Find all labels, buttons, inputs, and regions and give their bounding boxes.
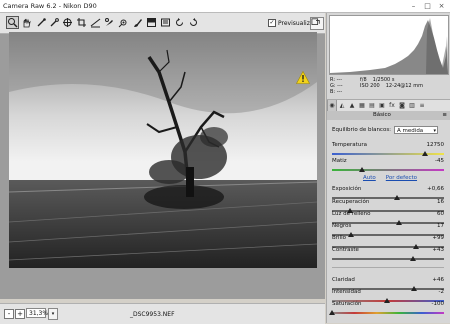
close-button[interactable]: × (435, 1, 448, 11)
panel-tab-icon[interactable]: ▣ (377, 100, 387, 111)
slider-value[interactable]: -100 (432, 301, 444, 307)
toolbar: ✓ Previsualizar (0, 13, 325, 34)
panel-tab-icon[interactable]: ▦ (357, 100, 367, 111)
straighten-icon[interactable] (89, 16, 102, 29)
slider-value[interactable]: +0,66 (427, 186, 444, 192)
red-eye-icon[interactable] (117, 16, 130, 29)
slider-value[interactable]: 16 (437, 199, 444, 205)
auto-default-links: Auto Por defecto (363, 175, 417, 181)
wb-select[interactable]: A medida (394, 126, 439, 135)
default-link[interactable]: Por defecto (386, 175, 417, 181)
white-balance-icon[interactable] (35, 16, 48, 29)
status-bar: - + 31,3% ▾ _DSC9953.NEF (0, 303, 325, 324)
window-title: Camera Raw 6.2 - Nikon D90 (3, 2, 97, 10)
panel-tab-icon[interactable]: ▥ (407, 100, 417, 111)
graduated-filter-icon[interactable] (145, 16, 158, 29)
auto-link[interactable]: Auto (363, 175, 376, 181)
wb-label: Equilibrio de blancos: (332, 127, 392, 133)
maximize-button[interactable]: □ (421, 1, 434, 11)
zoom-tool-icon[interactable] (6, 16, 19, 29)
panel-tab-icon[interactable]: ◭ (337, 100, 347, 111)
title-bar: Camera Raw 6.2 - Nikon D90 – □ × (0, 0, 450, 13)
slider-value[interactable]: +99 (432, 235, 444, 241)
slider-knob[interactable] (359, 167, 366, 172)
preview-check-mark[interactable]: ✓ (268, 19, 276, 27)
slider-label: Claridad (332, 277, 355, 283)
panel-tab-icon[interactable]: ◙ (397, 100, 407, 111)
slider-label: Exposición (332, 186, 362, 192)
preferences-icon[interactable] (159, 16, 172, 29)
panel-tab-icon[interactable]: ◉ (327, 100, 337, 111)
slider-label: Saturación (332, 301, 362, 307)
panel-menu-icon[interactable]: ≡ (442, 111, 447, 120)
slider-value[interactable]: +46 (432, 277, 444, 283)
zoom-dropdown-button[interactable]: ▾ (48, 308, 58, 320)
lens: 12-24@12 mm (385, 83, 423, 89)
slider-label: Luz de relleno (332, 211, 371, 217)
separator (332, 267, 444, 268)
adjustment-brush-icon[interactable] (131, 16, 144, 29)
slider-label: Negros (332, 223, 352, 229)
slider-value[interactable]: 12750 (427, 142, 445, 148)
right-panel: R: --- G: --- B: --- f/8 1/2500 s ISO 200… (326, 13, 450, 323)
iso: ISO 200 (360, 83, 380, 89)
rotate-cw-icon[interactable] (187, 16, 200, 29)
slider-saturacion[interactable]: Saturación -100 (329, 301, 444, 321)
preview-image[interactable] (9, 32, 317, 268)
slider-label: Temperatura (332, 142, 367, 148)
preview-checkbox[interactable]: ✓ Previsualizar (268, 19, 316, 27)
slider-knob[interactable] (421, 151, 428, 156)
spot-removal-icon[interactable] (103, 16, 116, 29)
slider-label: Brillo (332, 235, 346, 241)
rotate-ccw-icon[interactable] (173, 16, 186, 29)
fullscreen-button[interactable] (310, 17, 324, 30)
slider-value[interactable]: -45 (435, 158, 444, 164)
panel-tab-icon[interactable]: fx (387, 100, 397, 111)
rgb-b: B: --- (330, 89, 343, 95)
histogram (329, 15, 449, 75)
image-info: R: --- G: --- B: --- f/8 1/2500 s ISO 200… (330, 77, 448, 97)
slider-label: Contraste (332, 247, 359, 253)
zoom-level-field[interactable]: 31,3% (26, 308, 48, 318)
slider-value[interactable]: 60 (437, 211, 444, 217)
slider-value[interactable]: -2 (439, 289, 444, 295)
zoom-out-button[interactable]: - (4, 309, 14, 319)
section-title: Básico (373, 112, 391, 118)
crop-icon[interactable] (75, 16, 88, 29)
white-balance-row: Equilibrio de blancos: A medida (332, 126, 439, 135)
panel-tab-icon[interactable]: ≡ (417, 100, 427, 111)
slider-contraste[interactable]: Contraste +43 (332, 247, 444, 267)
color-sampler-icon[interactable] (48, 16, 61, 29)
slider-track[interactable] (332, 258, 444, 260)
panel-tab-icon[interactable]: ▤ (367, 100, 377, 111)
panel-tab-icon[interactable]: ▲ (347, 100, 357, 111)
zoom-in-button[interactable]: + (15, 309, 25, 319)
slider-track[interactable] (332, 312, 444, 314)
targeted-adjustment-icon[interactable] (61, 16, 74, 29)
slider-value[interactable]: +43 (432, 247, 444, 253)
slider-knob[interactable] (409, 256, 416, 261)
slider-value[interactable]: 17 (437, 223, 444, 229)
minimize-button[interactable]: – (407, 1, 420, 11)
slider-label: Matiz (332, 158, 347, 164)
filename-label: _DSC9953.NEF (130, 311, 175, 318)
slider-knob[interactable] (329, 310, 335, 315)
hand-tool-icon[interactable] (20, 16, 33, 29)
slider-label: Intensidad (332, 289, 361, 295)
section-header: Básico ≡ (327, 111, 450, 120)
slider-label: Recuperación (332, 199, 370, 205)
slider-track[interactable] (332, 169, 444, 171)
warning-icon[interactable] (295, 70, 311, 84)
